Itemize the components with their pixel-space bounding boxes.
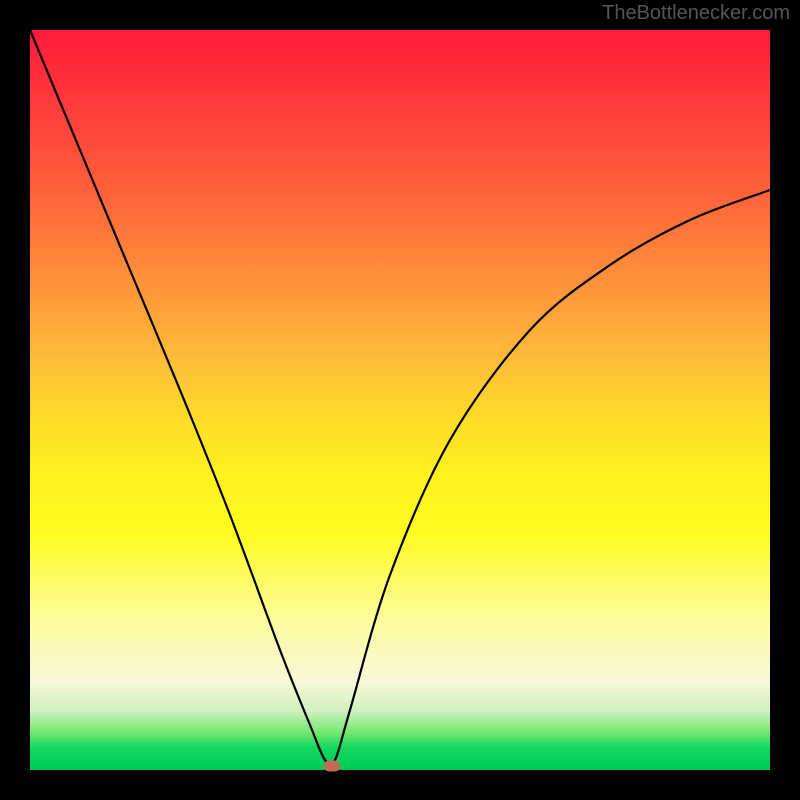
- optimal-point-marker: [324, 761, 340, 772]
- bottleneck-curve: [30, 30, 770, 770]
- chart-plot-area: [30, 30, 770, 770]
- watermark-text: TheBottlenecker.com: [602, 2, 790, 25]
